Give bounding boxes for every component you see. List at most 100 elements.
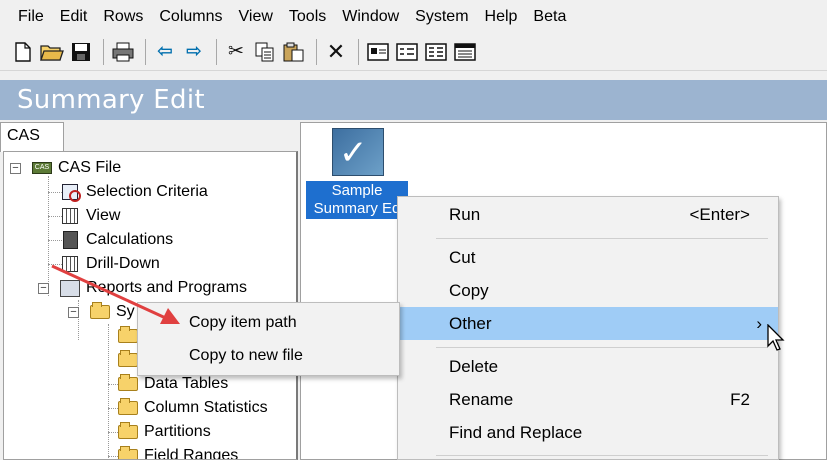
menu-columns[interactable]: Columns [151,0,230,33]
menu-beta[interactable]: Beta [525,0,574,33]
back-icon[interactable]: ⇦ [152,37,178,67]
menu-item-cut[interactable]: Cut [398,241,778,274]
print-icon[interactable] [110,37,136,67]
view-details-icon[interactable] [452,37,478,67]
new-icon[interactable] [10,37,36,67]
file-item-name-line1: Sample [331,182,383,199]
menu-edit[interactable]: Edit [52,0,96,33]
tree-item-calculations[interactable]: Calculations [60,228,173,252]
view-grid-icon [60,207,80,225]
toolbar-divider [316,38,317,65]
tree-connector [108,324,109,459]
tree-item-label: Selection Criteria [86,183,208,200]
reports-icon [60,279,80,297]
file-item-name-line2: Summary Ed [313,200,401,217]
menu-item-copy-to-new-file[interactable]: Copy to new file [138,339,399,372]
tree-item-label: Calculations [86,231,174,248]
menu-item-label: Copy item path [189,314,297,331]
folder-open-icon [118,326,138,345]
menu-item-label: Find and Replace [449,423,583,442]
tab-cas[interactable]: CAS [0,122,64,152]
tree-item-selection-criteria[interactable]: Selection Criteria [60,180,208,204]
menu-view[interactable]: View [231,0,281,33]
menu-item-copy-item-path[interactable]: Copy item path [138,306,399,339]
folder-open-icon [118,398,138,417]
collapse-toggle[interactable]: − [38,283,49,294]
menu-item-copy[interactable]: Copy [398,274,778,307]
menu-item-run[interactable]: Run <Enter> [398,198,778,231]
menu-item-label: Run [449,205,481,224]
open-icon[interactable] [39,37,65,67]
view-large-icon[interactable] [365,37,391,67]
tree-item-reports-and-programs[interactable]: Reports and Programs [60,276,247,300]
calculator-icon [60,231,80,249]
folder-open-icon [90,302,110,321]
menu-item-label: Delete [449,357,499,376]
tree-item-label: Reports and Programs [86,279,247,296]
tree-item-view[interactable]: View [60,204,120,228]
menu-separator [436,238,768,239]
menu-item-label: Copy to new file [189,347,303,364]
menu-help[interactable]: Help [477,0,526,33]
delete-icon[interactable]: ✕ [323,37,349,67]
menu-item-other[interactable]: Other › [398,307,778,340]
tree-connector [48,176,49,296]
context-menu: Run <Enter> Cut Copy Other › Delete Rena… [397,196,779,460]
tree-item-label: Drill-Down [86,255,160,272]
menu-tools[interactable]: Tools [281,0,334,33]
tree-item-label: Data Tables [144,375,229,392]
collapse-toggle[interactable]: − [10,163,21,174]
tree-item-cas-file[interactable]: CAS CAS File [32,156,121,180]
cas-file-icon: CAS [32,159,52,177]
tree-item-label: Column Statistics [144,399,268,416]
save-icon[interactable] [68,37,94,67]
tree-item-label: Sy [116,303,135,320]
paste-icon[interactable] [281,37,307,67]
folder-open-icon [118,350,138,369]
menu-separator [436,347,768,348]
cut-icon[interactable]: ✂ [223,37,249,67]
menu-system[interactable]: System [407,0,476,33]
menu-item-find-replace[interactable]: Find and Replace [398,416,778,449]
forward-icon[interactable]: ⇨ [181,37,207,67]
tree-connector [108,432,118,433]
file-item-label[interactable]: Sample Summary Ed [306,181,408,219]
toolbar-divider [358,38,359,65]
copy-icon[interactable] [252,37,278,67]
summary-edit-file-icon[interactable]: ✓ [332,128,384,176]
chevron-right-icon: › [756,314,762,333]
tree-item-label: Partitions [144,423,211,440]
menu-file[interactable]: File [10,0,52,33]
toolbar-divider [216,38,217,65]
mouse-cursor-icon [767,324,785,351]
menu-item-shortcut: F2 [730,390,750,409]
toolbar-divider [145,38,146,65]
menu-item-rename[interactable]: Rename F2 [398,383,778,416]
menu-item-label: Copy [449,281,489,300]
page-title: Summary Edit [0,80,827,120]
tree-item-field-ranges[interactable]: Field Ranges [118,444,239,460]
tree-connector [108,384,118,385]
menu-separator [436,455,768,456]
view-list-icon[interactable] [423,37,449,67]
tree-item-partitions[interactable]: Partitions [118,420,211,444]
folder-open-icon [118,374,138,393]
selection-criteria-icon [60,183,81,202]
folder-open-icon [118,446,138,459]
tree-item-column-statistics[interactable]: Column Statistics [118,396,268,420]
view-small-icon[interactable] [394,37,420,67]
menu-item-label: Rename [449,390,514,409]
menu-bar: File Edit Rows Columns View Tools Window… [0,0,827,33]
collapse-toggle[interactable]: − [68,307,79,318]
menu-item-label: Cut [449,248,476,267]
tree-connector [108,408,118,409]
menu-item-delete[interactable]: Delete [398,350,778,383]
tree-item-drill-down[interactable]: Drill-Down [60,252,160,276]
tree-item-label: Field Ranges [144,447,239,460]
menu-window[interactable]: Window [334,0,407,33]
drill-down-icon [60,255,80,273]
menu-item-shortcut: <Enter> [689,205,751,224]
menu-item-label: Other [449,314,492,333]
tree-item-sy[interactable]: Sy [90,300,135,324]
menu-rows[interactable]: Rows [95,0,151,33]
